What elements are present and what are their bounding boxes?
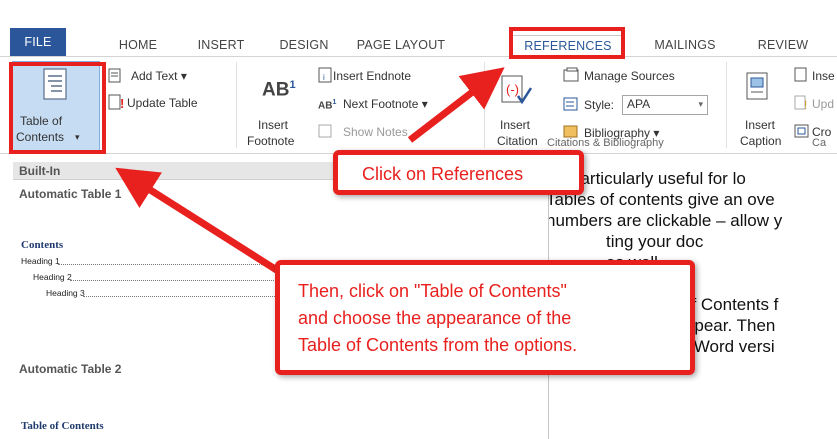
arrow-to-references — [407, 67, 505, 143]
callout-toc-line3: Table of Contents from the options. — [298, 335, 578, 355]
callout-click-references: Click on References — [333, 150, 584, 195]
callout-toc-line2: and choose the appearance of the — [298, 308, 572, 328]
callout-toc-line1: Then, click on "Table of Contents" — [298, 281, 567, 301]
callout-references-text: Click on References — [362, 164, 524, 184]
callout-table-of-contents: Then, click on "Table of Contents" and c… — [275, 260, 695, 375]
